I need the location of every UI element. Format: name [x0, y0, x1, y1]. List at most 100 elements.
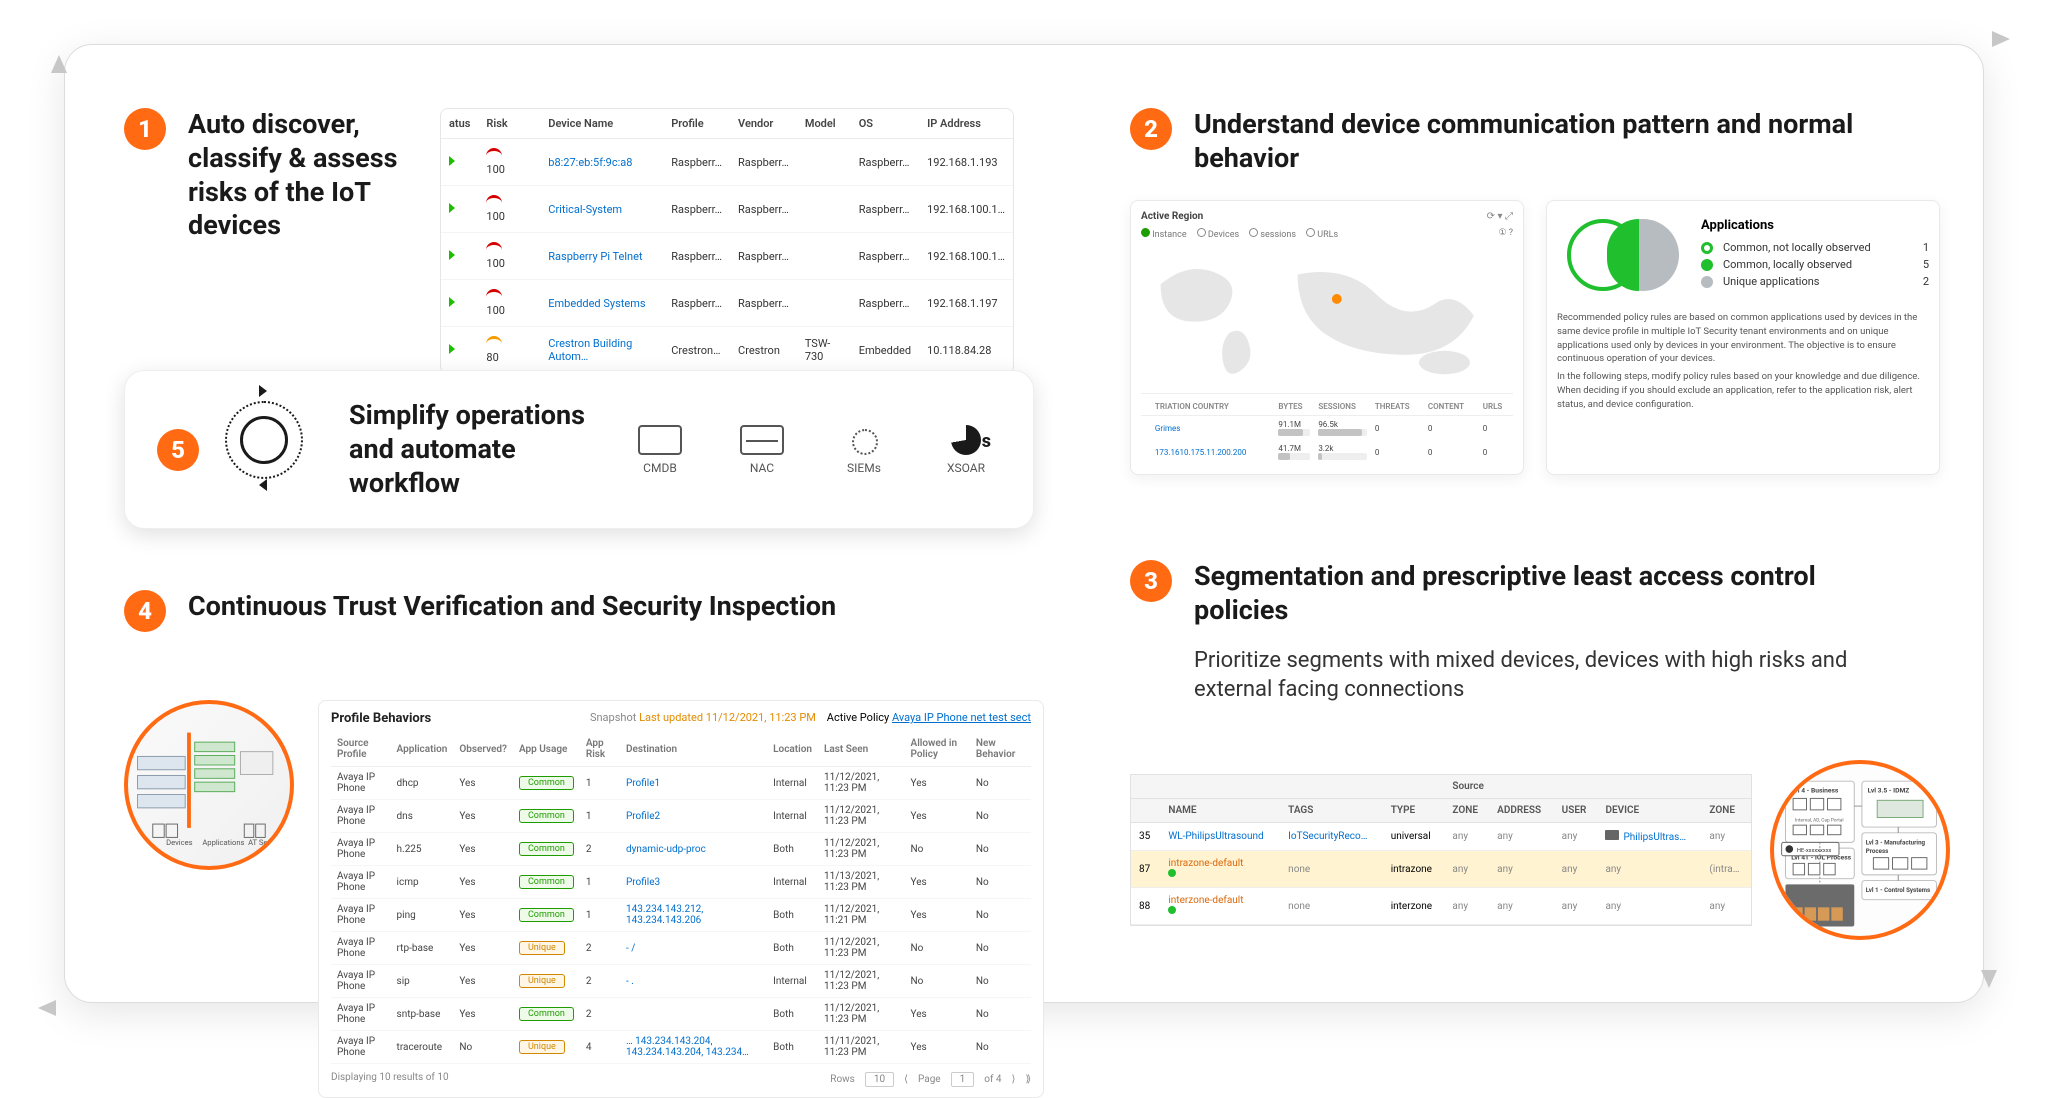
zone-architecture-thumb: Lvl 4 - Business Internal, AD, Cap Porta…	[1770, 760, 1950, 940]
device-name-link[interactable]: b8:27:eb:5f:9c:a8	[548, 156, 632, 169]
device-col[interactable]: OS	[851, 109, 919, 139]
risk-gauge-icon	[486, 148, 502, 160]
risk-gauge-icon	[486, 289, 502, 301]
status-dot-icon	[1168, 906, 1176, 914]
legend-dot-icon	[1701, 242, 1713, 254]
pb-rows-select[interactable]: 10	[865, 1072, 894, 1087]
device-icon	[1605, 830, 1619, 840]
seg-row[interactable]: 35WL-PhilipsUltrasoundIoTSecurityReco…un…	[1131, 823, 1751, 851]
status-icon	[449, 203, 455, 213]
device-col[interactable]: Risk	[478, 109, 524, 139]
pb-display-count: Displaying 10 results of 10	[331, 1072, 449, 1087]
venn-diagram-icon	[1567, 211, 1685, 299]
legend-dot-icon	[1701, 259, 1713, 271]
step-4: 4 Continuous Trust Verification and Secu…	[124, 590, 1044, 632]
framearrow-up-icon	[51, 55, 67, 73]
status-dot-icon	[1168, 869, 1176, 877]
framearrow-left-icon	[38, 1000, 56, 1016]
pb-page-input[interactable]: 1	[951, 1072, 975, 1087]
step-badge-3: 3	[1130, 560, 1172, 602]
step-badge-5: 5	[157, 429, 199, 471]
framearrow-right-icon	[1992, 31, 2010, 47]
step-3-subtitle: Prioritize segments with mixed devices, …	[1194, 646, 1910, 705]
step-2-title: Understand device communication pattern …	[1194, 108, 1910, 176]
svg-text:Devices: Devices	[166, 838, 193, 847]
step-5-title: Simplify operations and automate workflo…	[349, 399, 599, 500]
pb-row[interactable]: Avaya IP PhonedhcpYes Common 1 Profile1 …	[331, 767, 1031, 800]
status-icon	[449, 156, 455, 166]
pb-title: Profile Behaviors	[331, 711, 431, 726]
active-region-card: Active Region ⟳ ▾ ⤢ Instance Devices ses…	[1130, 200, 1524, 475]
pb-row[interactable]: Avaya IP Phonertp-baseYes Unique 2 - / B…	[331, 932, 1031, 965]
pb-page-of: of 4	[984, 1074, 1001, 1085]
step-4-title: Continuous Trust Verification and Securi…	[188, 590, 836, 624]
pb-row[interactable]: Avaya IP PhonepingYes Common 1 143.234.1…	[331, 899, 1031, 932]
device-row[interactable]: 100 Raspberry Pi Telnet Raspberr…Raspber…	[441, 233, 1013, 280]
siem-icon	[842, 425, 886, 455]
pb-row[interactable]: Avaya IP Phonesntp-baseYes Common 2 Both…	[331, 998, 1031, 1031]
device-row[interactable]: 80 Crestron Building Autom… Crestron…Cre…	[441, 327, 1013, 374]
map-radio-sessions[interactable]: sessions	[1260, 230, 1296, 240]
device-name-link[interactable]: Raspberry Pi Telnet	[548, 250, 642, 263]
map-radio-instance[interactable]: Instance	[1152, 230, 1186, 240]
map-row[interactable]: 173.1610.175.11.200.200 41.7M 3.2k 000	[1141, 440, 1513, 464]
status-icon	[449, 250, 455, 260]
svg-text:AT Servers: AT Servers	[248, 838, 284, 847]
tool-siem: SIEMs	[829, 425, 899, 475]
pb-row[interactable]: Avaya IP PhonednsYes Common 1 Profile2 I…	[331, 800, 1031, 833]
xsoar-icon	[951, 425, 981, 455]
applications-venn-card: Applications Common, not locally observe…	[1546, 200, 1940, 475]
pb-policy-link[interactable]: Avaya IP Phone net test sect	[892, 711, 1031, 724]
tool-xsoar: XSOAR	[931, 425, 1001, 475]
pb-snapshot-label: Snapshot	[590, 711, 636, 724]
profile-behaviors-card: Profile Behaviors Snapshot Last updated …	[318, 700, 1044, 1098]
status-icon	[449, 344, 455, 354]
map-row[interactable]: Grimes 91.1M 96.5k 000	[1141, 416, 1513, 441]
device-col[interactable]: atus	[441, 109, 478, 139]
network-topology-thumb: Devices Applications AT Servers	[124, 700, 294, 870]
venn-legend-item: Common, not locally observed1	[1701, 241, 1929, 254]
device-col[interactable]: IP Address	[919, 109, 1013, 139]
map-radio-urls[interactable]: URLs	[1317, 230, 1338, 240]
pb-row[interactable]: Avaya IP Phoneh.225Yes Common 2 dynamic-…	[331, 833, 1031, 866]
device-col[interactable]: Model	[797, 109, 851, 139]
device-col[interactable]: Profile	[663, 109, 730, 139]
segmentation-policy-table: Source NAMETAGSTYPEZONEADDRESSUSERDEVICE…	[1130, 774, 1752, 926]
seg-row[interactable]: 87intrazone-defaultnoneintrazone anyanya…	[1131, 851, 1751, 888]
framearrow-down-icon	[1981, 970, 1997, 988]
step-badge-2: 2	[1130, 108, 1172, 150]
step-1-title: Auto discover, classify & assess risks o…	[188, 108, 418, 243]
svg-text:HE-xxxxxxxxx: HE-xxxxxxxxx	[1797, 848, 1832, 854]
device-row[interactable]: 100 b8:27:eb:5f:9c:a8 Raspberr…Raspberr……	[441, 139, 1013, 186]
pb-row[interactable]: Avaya IP PhonesipYes Unique 2 - . Intern…	[331, 965, 1031, 998]
seg-row[interactable]: 88interzone-defaultnoneinterzone anyanya…	[1131, 888, 1751, 925]
device-row[interactable]: 100 Critical-System Raspberr…Raspberr…Ra…	[441, 186, 1013, 233]
svg-text:Lvl 3 - Manufacturing: Lvl 3 - Manufacturing	[1866, 838, 1926, 846]
device-name-link[interactable]: Embedded Systems	[548, 297, 645, 310]
device-name-link[interactable]: Crestron Building Autom…	[548, 337, 632, 363]
step-badge-1: 1	[124, 108, 166, 150]
svg-text:Lvl 3.5 - IDMZ: Lvl 3.5 - IDMZ	[1868, 787, 1910, 795]
step-3-title: Segmentation and prescriptive least acce…	[1194, 560, 1910, 628]
pb-row[interactable]: Avaya IP PhonetracerouteNo Unique 4 … 14…	[331, 1031, 1031, 1064]
venn-heading: Applications	[1701, 218, 1929, 233]
device-col[interactable]: Device Name	[540, 109, 663, 139]
pb-pager[interactable]: Rows 10 ⟨ Page 1 of 4 ⟩⟫	[830, 1072, 1031, 1087]
device-col[interactable]	[524, 109, 540, 139]
risk-gauge-icon	[486, 336, 502, 348]
nac-icon	[740, 425, 784, 455]
map-title: Active Region	[1141, 211, 1203, 222]
svg-text:Applications: Applications	[202, 838, 244, 847]
tool-nac: NAC	[727, 425, 797, 475]
step-badge-4: 4	[124, 590, 166, 632]
venn-legend-item: Unique applications2	[1701, 275, 1929, 288]
step-3: 3 Segmentation and prescriptive least ac…	[1130, 560, 1910, 705]
device-row[interactable]: 100 Embedded Systems Raspberr…Raspberr…R…	[441, 280, 1013, 327]
map-radio-devices[interactable]: Devices	[1208, 230, 1239, 240]
pb-row[interactable]: Avaya IP PhoneicmpYes Common 1 Profile3 …	[331, 866, 1031, 899]
device-name-link[interactable]: Critical-System	[548, 203, 622, 216]
map-card-controls-icon[interactable]: ⟳ ▾ ⤢	[1487, 211, 1513, 222]
venn-para-2: In the following steps, modify policy ru…	[1557, 370, 1929, 411]
seg-group-source: Source	[1444, 775, 1701, 799]
device-col[interactable]: Vendor	[730, 109, 797, 139]
